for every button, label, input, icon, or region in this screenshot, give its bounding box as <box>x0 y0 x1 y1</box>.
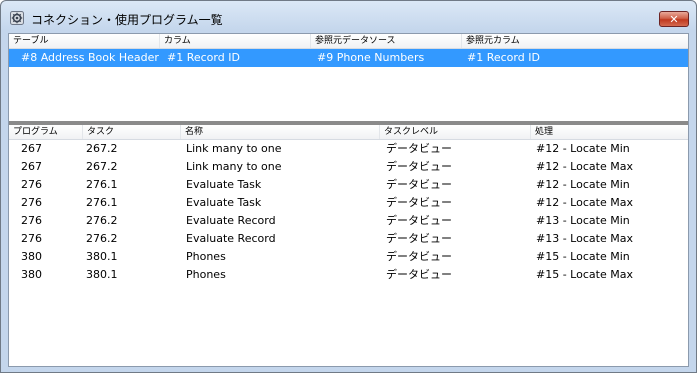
program-list-header: プログラム タスク 名称 タスクレベル 処理 <box>9 125 688 140</box>
col-header-name[interactable]: 名称 <box>180 125 379 139</box>
cell-task: 276.1 <box>86 178 118 191</box>
col-header-source-datasource[interactable]: 参照元データソース <box>310 34 461 48</box>
cell-task: 267.2 <box>86 160 118 173</box>
cell-task: 267.2 <box>86 142 118 155</box>
cell-name: Link many to one <box>186 142 282 155</box>
close-button[interactable]: ✕ <box>659 11 689 27</box>
cell-processing: #12 - Locate Min <box>536 178 630 191</box>
cell-column: #1 Record ID <box>167 51 240 64</box>
cell-task-level: データビュー <box>386 250 452 263</box>
program-usage-list[interactable]: プログラム タスク 名称 タスクレベル 処理 267 267.2 Link ma… <box>9 125 688 366</box>
cell-processing: #15 - Locate Max <box>536 268 633 281</box>
table-row[interactable]: 267 267.2 Link many to one データビュー #12 - … <box>9 158 688 176</box>
cell-table: #8 Address Book Header <box>21 51 159 64</box>
cell-source-column: #1 Record ID <box>467 51 540 64</box>
gear-icon <box>10 11 24 25</box>
cell-source-datasource: #9 Phone Numbers <box>317 51 425 64</box>
cell-task: 380.1 <box>86 268 118 281</box>
cell-name: Phones <box>186 250 226 263</box>
cell-program: 380 <box>21 250 42 263</box>
cell-processing: #12 - Locate Max <box>536 196 633 209</box>
table-row[interactable]: 267 267.2 Link many to one データビュー #12 - … <box>9 140 688 158</box>
cell-program: 380 <box>21 268 42 281</box>
cell-program: 276 <box>21 196 42 209</box>
cell-task: 276.1 <box>86 196 118 209</box>
table-row[interactable]: 276 276.1 Evaluate Task データビュー #12 - Loc… <box>9 176 688 194</box>
table-row[interactable]: 276 276.2 Evaluate Record データビュー #13 - L… <box>9 212 688 230</box>
col-header-source-column[interactable]: 参照元カラム <box>461 34 690 48</box>
cell-program: 267 <box>21 142 42 155</box>
cell-processing: #12 - Locate Min <box>536 142 630 155</box>
client-area: テーブル カラム 参照元データソース 参照元カラム #8 Address Boo… <box>8 33 689 367</box>
connection-usage-window: コネクション・使用プログラム一覧 ✕ テーブル カラム 参照元データソース 参照… <box>0 0 697 373</box>
connection-list[interactable]: テーブル カラム 参照元データソース 参照元カラム #8 Address Boo… <box>9 34 688 121</box>
cell-task-level: データビュー <box>386 214 452 227</box>
cell-processing: #15 - Locate Min <box>536 250 630 263</box>
cell-task-level: データビュー <box>386 196 452 209</box>
cell-program: 276 <box>21 214 42 227</box>
cell-task-level: データビュー <box>386 178 452 191</box>
cell-name: Evaluate Task <box>186 196 262 209</box>
cell-task-level: データビュー <box>386 142 452 155</box>
cell-task-level: データビュー <box>386 232 452 245</box>
cell-name: Link many to one <box>186 160 282 173</box>
table-row[interactable]: 380 380.1 Phones データビュー #15 - Locate Max <box>9 266 688 284</box>
col-header-program[interactable]: プログラム <box>9 125 82 139</box>
cell-name: Phones <box>186 268 226 281</box>
table-row[interactable]: 380 380.1 Phones データビュー #15 - Locate Min <box>9 248 688 266</box>
col-header-table[interactable]: テーブル <box>9 34 159 48</box>
cell-task: 276.2 <box>86 214 118 227</box>
table-row[interactable]: #8 Address Book Header #1 Record ID #9 P… <box>9 49 688 67</box>
cell-task: 380.1 <box>86 250 118 263</box>
cell-task-level: データビュー <box>386 160 452 173</box>
close-icon: ✕ <box>669 13 679 26</box>
title-bar[interactable]: コネクション・使用プログラム一覧 ✕ <box>1 1 696 32</box>
table-row[interactable]: 276 276.1 Evaluate Task データビュー #12 - Loc… <box>9 194 688 212</box>
cell-task-level: データビュー <box>386 268 452 281</box>
cell-processing: #13 - Locate Max <box>536 232 633 245</box>
cell-task: 276.2 <box>86 232 118 245</box>
table-row[interactable]: 276 276.2 Evaluate Record データビュー #13 - L… <box>9 230 688 248</box>
cell-name: Evaluate Record <box>186 232 276 245</box>
cell-program: 276 <box>21 178 42 191</box>
col-header-column[interactable]: カラム <box>159 34 310 48</box>
cell-processing: #12 - Locate Max <box>536 160 633 173</box>
col-header-processing[interactable]: 処理 <box>530 125 690 139</box>
connection-list-header: テーブル カラム 参照元データソース 参照元カラム <box>9 34 688 49</box>
cell-program: 267 <box>21 160 42 173</box>
cell-name: Evaluate Task <box>186 178 262 191</box>
window-title: コネクション・使用プログラム一覧 <box>31 13 223 27</box>
col-header-task[interactable]: タスク <box>82 125 180 139</box>
cell-program: 276 <box>21 232 42 245</box>
cell-processing: #13 - Locate Min <box>536 214 630 227</box>
col-header-task-level[interactable]: タスクレベル <box>379 125 530 139</box>
cell-name: Evaluate Record <box>186 214 276 227</box>
